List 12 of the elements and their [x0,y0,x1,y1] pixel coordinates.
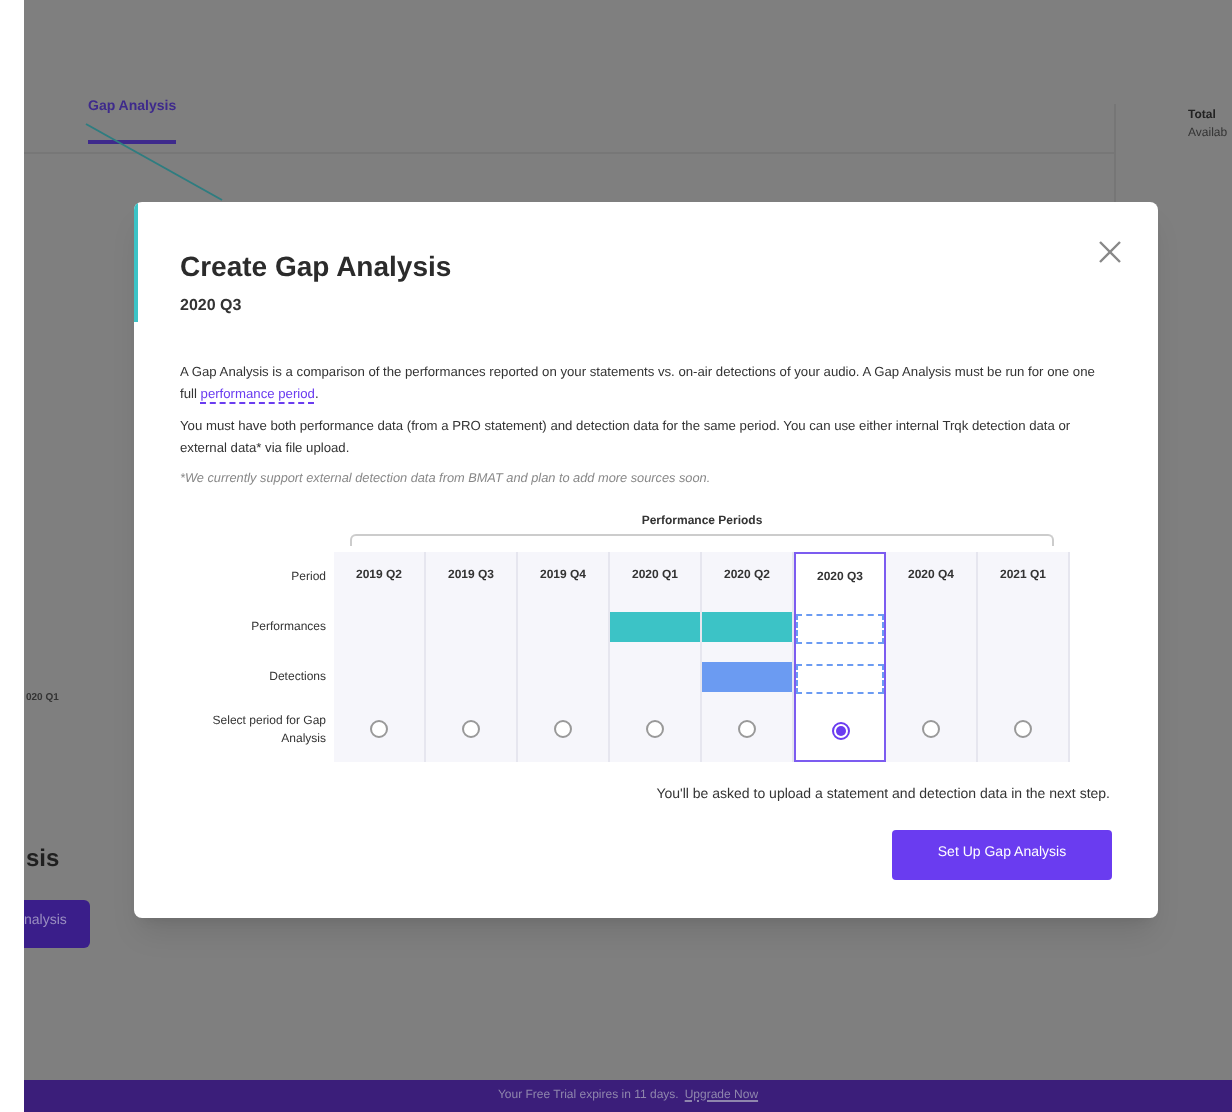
period-radio[interactable] [831,722,849,741]
period-radio[interactable] [646,720,664,739]
period-radio[interactable] [462,720,480,739]
period-radio[interactable] [370,720,388,739]
period-radio[interactable] [922,720,940,739]
close-icon[interactable] [1098,240,1122,264]
period-radio[interactable] [738,720,756,739]
period-radio[interactable] [554,720,572,739]
dialog-title: Create Gap Analysis [180,248,452,286]
section-title: sis [26,841,60,875]
dialog-subtitle: 2020 Q3 [180,294,244,318]
period-radio[interactable] [1014,720,1032,739]
